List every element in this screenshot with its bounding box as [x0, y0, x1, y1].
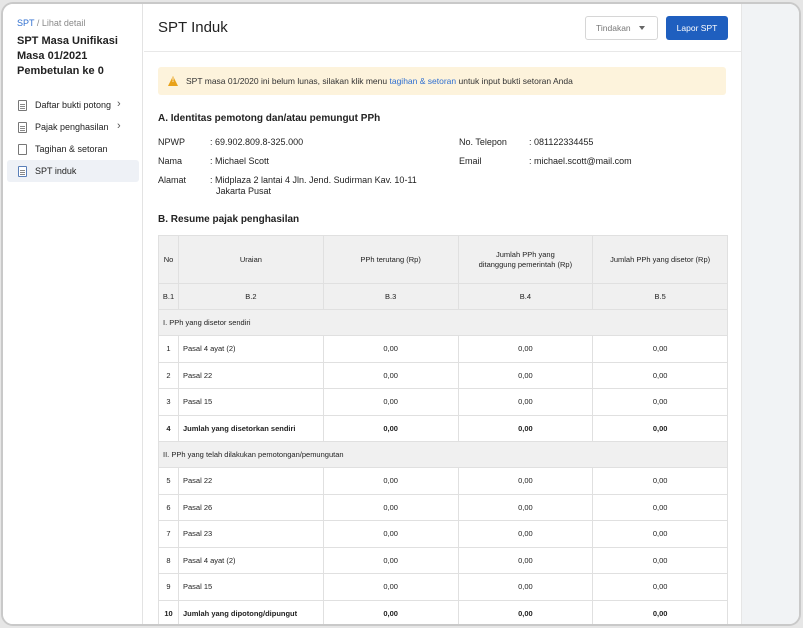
page-title: SPT Induk — [158, 19, 228, 36]
header-ditanggung: Jumlah PPh yang ditanggung pemerintah (R… — [457, 235, 594, 284]
document-icon — [18, 121, 27, 133]
table-row-total: 10 Jumlah yang dipotong/dipungut 0,00 0,… — [158, 599, 728, 624]
right-panel — [741, 4, 799, 624]
alamat-value-line1: : Midplaza 2 lantai 4 Jln. Jend. Sudirma… — [210, 175, 417, 185]
table-row: 1 Pasal 4 ayat (2) 0,00 0,00 0,00 — [158, 335, 728, 363]
document-icon — [18, 165, 27, 177]
nama-label: Nama — [158, 156, 183, 166]
telp-label: No. Telepon — [459, 137, 507, 147]
table-code-row: B.1 B.2 B.3 B.4 B.5 — [158, 283, 728, 310]
sidebar-nav: Daftar bukti potong › Pajak penghasilan … — [7, 94, 139, 182]
caret-down-icon — [639, 26, 645, 30]
tagihan-setoran-link[interactable]: tagihan & setoran — [389, 76, 456, 86]
header-no: No — [158, 235, 179, 284]
main-content: SPT Induk Tindakan Lapor SPT ! SPT masa … — [144, 4, 741, 624]
table-row: 3 Pasal 15 0,00 0,00 0,00 — [158, 388, 728, 416]
receipt-icon — [18, 143, 27, 155]
table-row: 6 Pasal 26 0,00 0,00 0,00 — [158, 493, 728, 521]
breadcrumb-current: Lihat detail — [41, 18, 86, 28]
nama-value: : Michael Scott — [210, 156, 270, 166]
warning-icon: ! — [168, 76, 179, 86]
email-label: Email — [459, 156, 482, 166]
tindakan-label: Tindakan — [596, 23, 631, 33]
section-a-title: A. Identitas pemotong dan/atau pemungut … — [158, 113, 381, 124]
sidebar-item-label: Pajak penghasilan — [35, 122, 109, 132]
header-disetor: Jumlah PPh yang disetor (Rp) — [592, 235, 728, 284]
sidebar-item-daftar-bukti-potong[interactable]: Daftar bukti potong › — [7, 94, 139, 116]
npwp-label: NPWP — [158, 137, 185, 147]
sidebar-item-tagihan-setoran[interactable]: Tagihan & setoran — [7, 138, 139, 160]
sidebar-item-label: SPT induk — [35, 166, 77, 176]
header-pph-terutang: PPh terutang (Rp) — [322, 235, 459, 284]
section-b-title: B. Resume pajak penghasilan — [158, 214, 300, 225]
group-label: II. PPh yang telah dilakukan pemotongan/… — [158, 441, 728, 468]
sidebar-item-label: Daftar bukti potong — [35, 100, 112, 110]
group-row-1: I. PPh yang disetor sendiri — [158, 309, 728, 336]
telp-value: : 081122334455 — [529, 137, 594, 147]
code-cell: B.1 — [158, 283, 179, 310]
header-uraian: Uraian — [177, 235, 324, 284]
document-icon — [18, 99, 27, 111]
table-row-total: 4 Jumlah yang disetorkan sendiri 0,00 0,… — [158, 414, 728, 442]
table-row: 8 Pasal 4 ayat (2) 0,00 0,00 0,00 — [158, 546, 728, 574]
breadcrumb-spt-link[interactable]: SPT — [17, 18, 34, 28]
code-cell: B.5 — [592, 283, 728, 310]
table-row: 9 Pasal 15 0,00 0,00 0,00 — [158, 573, 728, 601]
sidebar-title-line3: Pembetulan ke 0 — [17, 65, 104, 77]
table-row: 5 Pasal 22 0,00 0,00 0,00 — [158, 467, 728, 495]
alamat-value-line2: Jakarta Pusat — [216, 186, 272, 196]
group-row-2: II. PPh yang telah dilakukan pemotongan/… — [158, 441, 728, 468]
sidebar: SPT / Lihat detail SPT Masa Unifikasi Ma… — [3, 4, 143, 624]
table-row: 7 Pasal 23 0,00 0,00 0,00 — [158, 520, 728, 548]
resume-table: No Uraian PPh terutang (Rp) Jumlah PPh y… — [158, 235, 728, 624]
code-cell: B.4 — [457, 283, 594, 310]
sidebar-item-label: Tagihan & setoran — [35, 144, 108, 154]
email-value: : michael.scott@mail.com — [529, 156, 632, 166]
group-label: I. PPh yang disetor sendiri — [158, 309, 728, 336]
sidebar-title-line1: SPT Masa Unifikasi — [17, 35, 118, 47]
chevron-right-icon: › — [117, 98, 121, 110]
alamat-label: Alamat — [158, 175, 187, 185]
sidebar-title: SPT Masa Unifikasi Masa 01/2021 Pembetul… — [17, 34, 118, 79]
alert-text: SPT masa 01/2020 ini belum lunas, silaka… — [186, 76, 573, 86]
code-cell: B.3 — [322, 283, 459, 310]
breadcrumb: SPT / Lihat detail — [17, 18, 85, 28]
sidebar-title-line2: Masa 01/2021 — [17, 50, 88, 62]
app-frame: SPT / Lihat detail SPT Masa Unifikasi Ma… — [1, 2, 801, 626]
sidebar-item-pajak-penghasilan[interactable]: Pajak penghasilan › — [7, 116, 139, 138]
page-header: SPT Induk Tindakan Lapor SPT — [144, 4, 741, 52]
sidebar-item-spt-induk[interactable]: SPT induk — [7, 160, 139, 182]
npwp-value: : 69.902.809.8-325.000 — [210, 137, 304, 147]
code-cell: B.2 — [177, 283, 324, 310]
table-header-row: No Uraian PPh terutang (Rp) Jumlah PPh y… — [158, 235, 728, 284]
chevron-right-icon: › — [117, 120, 121, 132]
breadcrumb-separator: / — [34, 18, 42, 28]
warning-alert: ! SPT masa 01/2020 ini belum lunas, sila… — [158, 67, 726, 95]
tindakan-dropdown[interactable]: Tindakan — [585, 16, 658, 40]
table-row: 2 Pasal 22 0,00 0,00 0,00 — [158, 361, 728, 389]
lapor-spt-button[interactable]: Lapor SPT — [666, 16, 728, 40]
